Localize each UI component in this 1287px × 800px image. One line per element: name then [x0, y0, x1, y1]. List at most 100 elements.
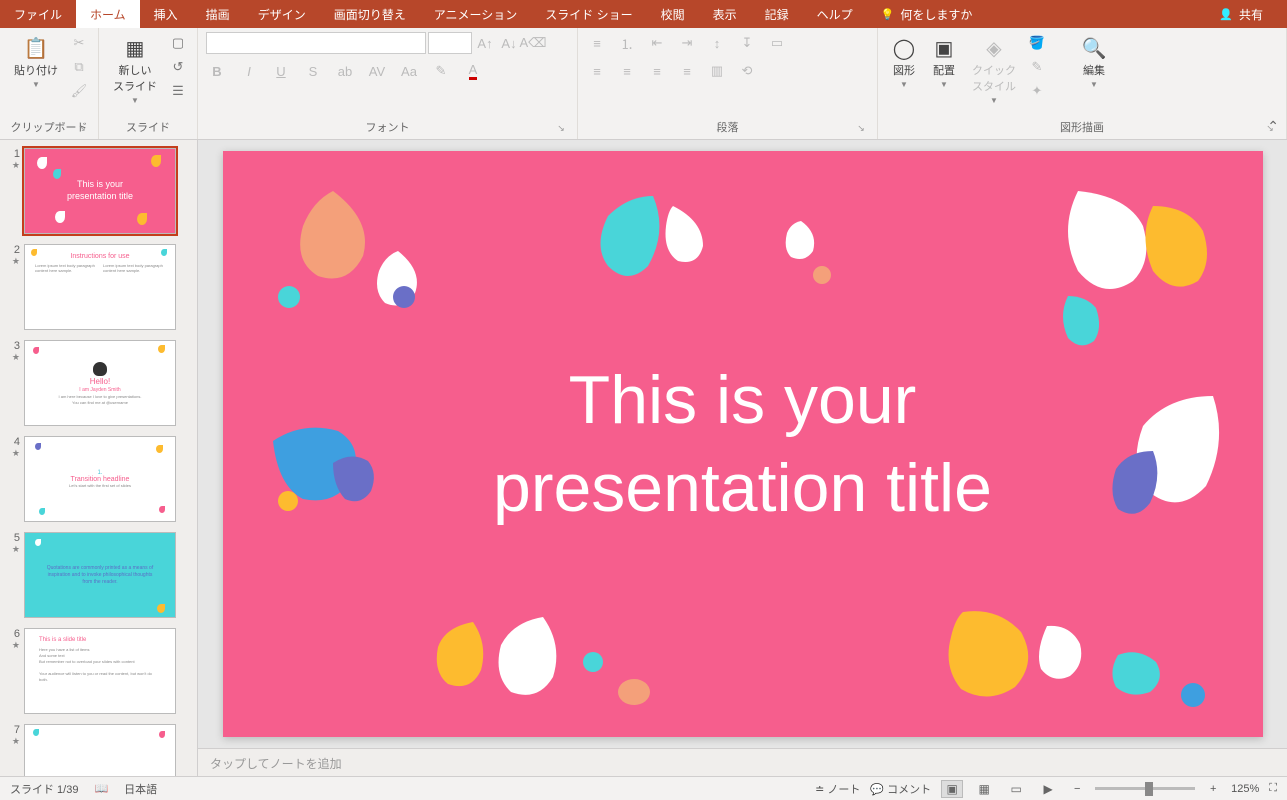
strikethrough-button[interactable]: S — [302, 60, 324, 82]
group-paragraph: ≡ ⒈ ⇤ ⇥ ↕ ↧ ▭ ≡ ≡ ≡ ≡ ▥ ⟲ 段落↘ — [578, 28, 878, 139]
tab-animations[interactable]: アニメーション — [420, 0, 532, 28]
animation-star-icon: ★ — [12, 544, 20, 555]
decrease-font-button[interactable]: A↓ — [498, 32, 520, 54]
increase-indent-button[interactable]: ⇥ — [676, 32, 698, 54]
thumbnail-1[interactable]: 1★ This is yourpresentation title — [0, 146, 197, 242]
font-name-combo[interactable] — [206, 32, 426, 54]
language-indicator[interactable]: 日本語 — [124, 781, 157, 797]
thumbnail-4[interactable]: 4★ 1. Transition headline Let's start wi… — [0, 434, 197, 530]
zoom-level[interactable]: 125% — [1231, 783, 1259, 795]
chevron-down-icon: ▼ — [940, 80, 948, 89]
dialog-launcher-icon[interactable]: ↘ — [76, 123, 88, 135]
shapes-button[interactable]: ◯ 図形 ▼ — [886, 32, 922, 93]
copy-button[interactable]: ⧉ — [68, 56, 90, 78]
shadow-button[interactable]: ab — [334, 60, 356, 82]
shape-fill-button[interactable]: 🪣 — [1026, 32, 1048, 54]
tab-view[interactable]: 表示 — [699, 0, 751, 28]
thumb-title-2: presentation title — [67, 191, 133, 201]
thumbnail-3[interactable]: 3★ Hello! I am Jayden Smith I am here be… — [0, 338, 197, 434]
tell-me-search[interactable]: 何をしますか — [867, 0, 987, 28]
paste-button[interactable]: 📋 貼り付け ▼ — [8, 32, 64, 93]
fit-to-window-button[interactable]: ⛶ — [1269, 782, 1277, 795]
zoom-slider[interactable] — [1095, 787, 1195, 790]
slide-sorter-button[interactable]: ▦ — [973, 780, 995, 798]
notes-pane[interactable]: タップしてノートを追加 — [198, 748, 1287, 776]
justify-button[interactable]: ≡ — [676, 60, 698, 82]
dialog-launcher-icon[interactable]: ↘ — [855, 123, 867, 135]
numbering-button[interactable]: ⒈ — [616, 32, 638, 54]
thumbnail-5[interactable]: 5★ Quotations are commonly printed as a … — [0, 530, 197, 626]
increase-font-button[interactable]: A↑ — [474, 32, 496, 54]
zoom-out-button[interactable]: − — [1069, 783, 1085, 795]
align-center-button[interactable]: ≡ — [616, 60, 638, 82]
shape-effects-button[interactable]: ✦ — [1026, 80, 1048, 102]
convert-smartart-button[interactable]: ⟲ — [736, 60, 758, 82]
align-left-button[interactable]: ≡ — [586, 60, 608, 82]
title-line-2: presentation title — [493, 450, 992, 526]
drop-decoration — [1108, 451, 1163, 521]
tab-slideshow[interactable]: スライド ショー — [531, 0, 646, 28]
bold-button[interactable]: B — [206, 60, 228, 82]
thumb-preview: 1. Transition headline Let's start with … — [24, 436, 176, 522]
arrange-button[interactable]: ▣ 配置 ▼ — [926, 32, 962, 93]
tab-file[interactable]: ファイル — [0, 0, 76, 28]
collapse-ribbon-button[interactable]: ⌃ — [1267, 118, 1279, 135]
tab-transitions[interactable]: 画面切り替え — [320, 0, 420, 28]
layout-button[interactable]: ▢ — [167, 32, 189, 54]
columns-button[interactable]: ▥ — [706, 60, 728, 82]
quick-styles-button[interactable]: ◈ クイック スタイル ▼ — [966, 32, 1022, 109]
format-painter-button[interactable]: 🖌 — [68, 80, 90, 102]
change-case-button[interactable]: Aa — [398, 60, 420, 82]
char-spacing-button[interactable]: AV — [366, 60, 388, 82]
notes-toggle[interactable]: ≐ ノート — [815, 781, 860, 797]
slider-knob[interactable] — [1145, 782, 1153, 796]
bullets-button[interactable]: ≡ — [586, 32, 608, 54]
dialog-launcher-icon[interactable]: ↘ — [555, 123, 567, 135]
tab-review[interactable]: 校閲 — [647, 0, 699, 28]
thumbnail-6[interactable]: 6★ This is a slide title Here you have a… — [0, 626, 197, 722]
align-right-button[interactable]: ≡ — [646, 60, 668, 82]
tab-insert[interactable]: 挿入 — [140, 0, 192, 28]
decrease-indent-button[interactable]: ⇤ — [646, 32, 668, 54]
thumbnail-2[interactable]: 2★ Instructions for use Lorem ipsum text… — [0, 242, 197, 338]
tab-home[interactable]: ホーム — [76, 0, 140, 28]
slide-counter[interactable]: スライド 1/39 — [10, 781, 78, 797]
underline-button[interactable]: U — [270, 60, 292, 82]
tab-record[interactable]: 記録 — [751, 0, 803, 28]
slide-canvas[interactable]: This is your presentation title — [223, 151, 1263, 737]
spellcheck-icon[interactable]: 📖 — [94, 782, 108, 795]
slide-thumbnail-panel[interactable]: 1★ This is yourpresentation title 2★ Ins… — [0, 140, 198, 776]
edit-button[interactable]: 🔍 編集 ▼ — [1076, 32, 1112, 93]
section-button[interactable]: ☰ — [167, 80, 189, 102]
reset-button[interactable]: ↺ — [167, 56, 189, 78]
line-spacing-button[interactable]: ↕ — [706, 32, 728, 54]
shape-outline-button[interactable]: ✎ — [1026, 56, 1048, 78]
highlight-button[interactable]: ✎ — [430, 60, 452, 82]
thumb-title: This is a slide title — [39, 637, 161, 643]
zoom-in-button[interactable]: + — [1205, 783, 1221, 795]
group-slides: ▦ 新しい スライド ▼ ▢ ↺ ☰ スライド — [99, 28, 198, 139]
font-color-button[interactable]: A — [462, 60, 484, 82]
share-label: 共有 — [1239, 6, 1263, 23]
thumb-bullet: But remember not to overload your slides… — [39, 659, 161, 665]
text-direction-button[interactable]: ↧ — [736, 32, 758, 54]
align-text-button[interactable]: ▭ — [766, 32, 788, 54]
thumb-preview: ⚛ Big concept — [24, 724, 176, 776]
comments-toggle[interactable]: 💬 コメント — [870, 781, 931, 797]
normal-view-button[interactable]: ▣ — [941, 780, 963, 798]
shapes-label: 図形 — [893, 62, 915, 78]
share-button[interactable]: 共有 — [1205, 0, 1277, 28]
new-slide-button[interactable]: ▦ 新しい スライド ▼ — [107, 32, 163, 109]
reading-view-button[interactable]: ▭ — [1005, 780, 1027, 798]
italic-button[interactable]: I — [238, 60, 260, 82]
clear-formatting-button[interactable]: A⌫ — [522, 32, 544, 54]
drop-decoration — [1181, 683, 1205, 707]
font-size-combo[interactable] — [428, 32, 472, 54]
slide-title-text[interactable]: This is your presentation title — [493, 356, 992, 533]
slideshow-view-button[interactable]: ▶ — [1037, 780, 1059, 798]
tab-help[interactable]: ヘルプ — [803, 0, 867, 28]
tab-draw[interactable]: 描画 — [192, 0, 244, 28]
thumbnail-7[interactable]: 7★ ⚛ Big concept — [0, 722, 197, 776]
cut-button[interactable]: ✂ — [68, 32, 90, 54]
tab-design[interactable]: デザイン — [244, 0, 320, 28]
